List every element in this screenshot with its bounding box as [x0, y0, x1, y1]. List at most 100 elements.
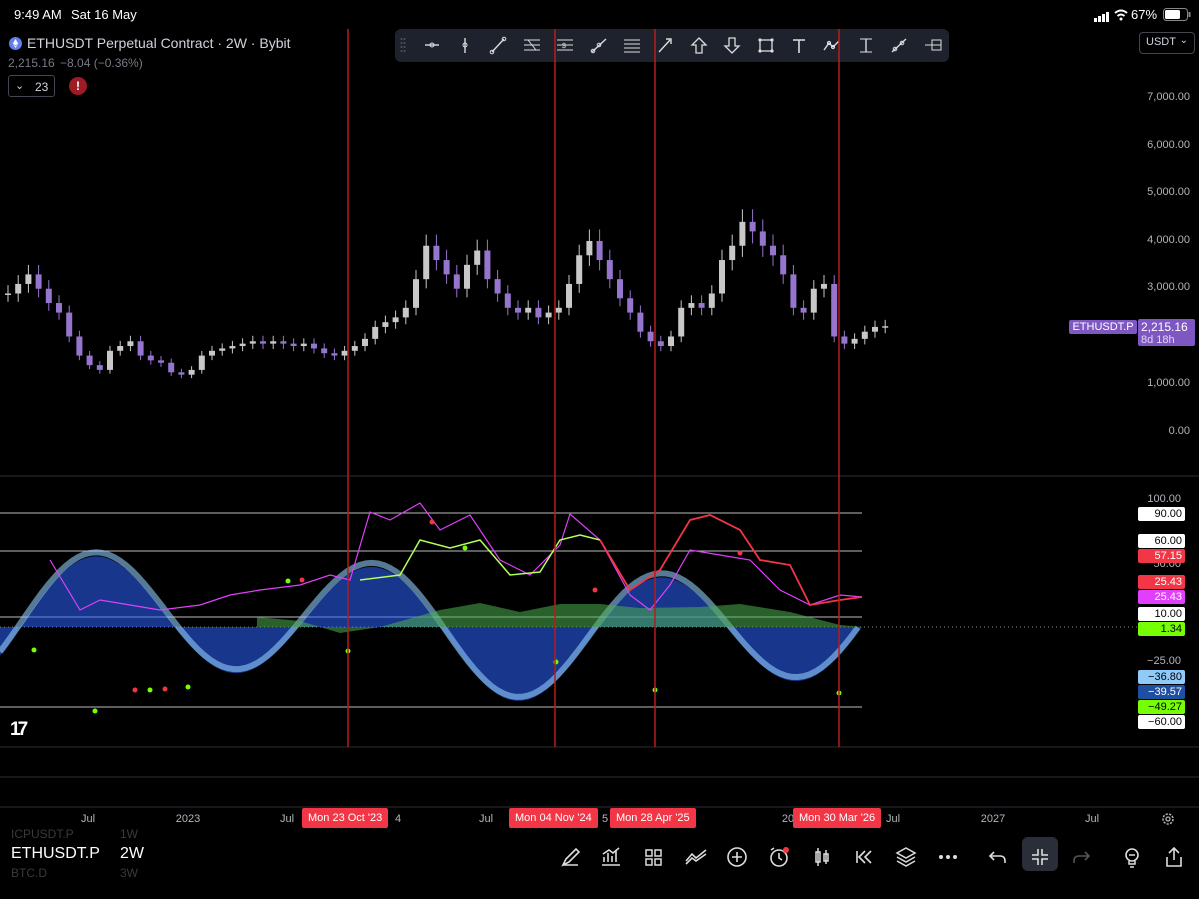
chart-type-icon[interactable] — [809, 844, 835, 870]
candle-body — [729, 245, 736, 261]
price-chart[interactable] — [0, 0, 1199, 834]
candle-body — [443, 260, 450, 275]
candle-body — [229, 346, 236, 349]
signal-dot — [185, 684, 191, 690]
candle-body — [515, 307, 521, 313]
price-axis-label: 6,000.00 — [1147, 139, 1190, 151]
signal-dot — [462, 545, 468, 551]
add-icon[interactable] — [724, 844, 750, 870]
draw-icon[interactable] — [557, 844, 583, 870]
oscillator-value-tag: 57.15 — [1138, 549, 1185, 563]
compare-icon-glyph — [685, 849, 707, 865]
draw-icon-glyph — [561, 847, 581, 867]
redo-icon[interactable] — [1069, 844, 1095, 870]
signal-dot — [592, 587, 598, 593]
candle-body — [780, 255, 787, 275]
candle-body — [362, 338, 368, 347]
undo-icon[interactable] — [984, 844, 1010, 870]
layouts-icon-glyph — [645, 849, 662, 866]
fullscreen-exit-icon[interactable] — [1027, 844, 1053, 870]
candle-body — [219, 348, 226, 351]
candle-body — [402, 307, 409, 318]
vertical-line-date-tag: Mon 28 Apr '25 — [610, 808, 696, 828]
settings-gear-icon[interactable] — [1160, 811, 1176, 827]
candle-body — [209, 350, 215, 356]
oscillator-value-tag: 10.00 — [1138, 607, 1185, 621]
time-axis-label: 2027 — [980, 813, 1006, 825]
candle-body — [831, 283, 838, 337]
signal-dot — [31, 647, 37, 653]
redo-icon-glyph — [1073, 851, 1091, 863]
more-icon[interactable] — [935, 844, 961, 870]
candle-body — [494, 279, 501, 294]
ghost-interval-2: 3W — [120, 866, 138, 880]
vertical-line-date-tag: Mon 04 Nov '24 — [509, 808, 598, 828]
candle-body — [800, 307, 807, 313]
oscillator-value-tag: 1.34 — [1138, 622, 1185, 636]
fullscreen-exit-icon-glyph — [1032, 849, 1048, 865]
candle-body — [453, 274, 460, 289]
signal-dot — [429, 519, 435, 525]
signal-dot — [737, 550, 743, 556]
share-icon-glyph — [1166, 846, 1182, 867]
candle-body — [545, 312, 552, 318]
signal-dot — [132, 687, 138, 693]
candle-body — [280, 341, 287, 344]
share-icon[interactable] — [1161, 844, 1187, 870]
candle-body — [433, 245, 440, 261]
undo-icon-glyph — [988, 851, 1006, 863]
ideas-icon-glyph — [1125, 848, 1139, 868]
candle-body — [35, 274, 42, 289]
price-axis-label: 1,000.00 — [1147, 377, 1190, 389]
candle-body — [810, 288, 817, 313]
price-axis-label: 7,000.00 — [1147, 91, 1190, 103]
candle-body — [290, 343, 297, 347]
candle-body — [372, 326, 379, 339]
ideas-icon[interactable] — [1119, 844, 1145, 870]
candle-body — [351, 346, 358, 351]
indicators-icon-glyph — [602, 847, 620, 866]
alert-icon[interactable] — [766, 844, 792, 870]
candle-body — [759, 231, 766, 246]
time-axis-label: Jul — [478, 813, 494, 825]
candle-body — [861, 331, 868, 339]
candle-body — [66, 312, 73, 337]
symbol-tag: ETHUSDT.P — [1069, 320, 1137, 334]
candle-body — [851, 338, 858, 344]
candle-body — [107, 350, 113, 370]
last-price-tag: 2,215.16 8d 18h — [1138, 319, 1195, 346]
candle-body — [637, 312, 644, 332]
candle-body — [127, 341, 134, 347]
oscillator-value-tag: 60.00 — [1138, 534, 1185, 548]
candle-body — [260, 341, 266, 344]
compare-icon[interactable] — [683, 844, 709, 870]
interval-button[interactable]: 2W — [120, 845, 144, 863]
candle-body — [484, 250, 491, 280]
tradingview-logo-icon: 17 — [10, 719, 28, 740]
ghost-symbol-2: BTC.D — [11, 866, 47, 880]
candle-body — [158, 360, 164, 363]
layouts-icon[interactable] — [640, 844, 666, 870]
oscillator-value-tag: 90.00 — [1138, 507, 1185, 521]
candle-body — [841, 336, 848, 344]
candle-body — [657, 341, 664, 347]
indicators-icon[interactable] — [598, 844, 624, 870]
signal-dot — [92, 708, 98, 714]
last-price-value: 2,215.16 — [1141, 320, 1188, 334]
candle-body — [137, 341, 144, 356]
vertical-line-date-tag: Mon 23 Oct '23 — [302, 808, 389, 828]
candle-body — [749, 221, 756, 232]
candle-body — [464, 264, 470, 289]
candle-body — [882, 326, 889, 328]
candle-body — [698, 303, 705, 308]
candle-body — [168, 362, 175, 373]
rsi-line — [49, 502, 863, 611]
symbol-search-button[interactable]: ETHUSDT.P — [11, 845, 100, 863]
candle-body — [45, 288, 52, 304]
replay-icon[interactable] — [851, 844, 877, 870]
candle-body — [147, 355, 154, 361]
candle-body — [96, 365, 103, 370]
layers-icon[interactable] — [893, 844, 919, 870]
signal-dot — [162, 686, 168, 692]
candle-body — [566, 283, 572, 308]
